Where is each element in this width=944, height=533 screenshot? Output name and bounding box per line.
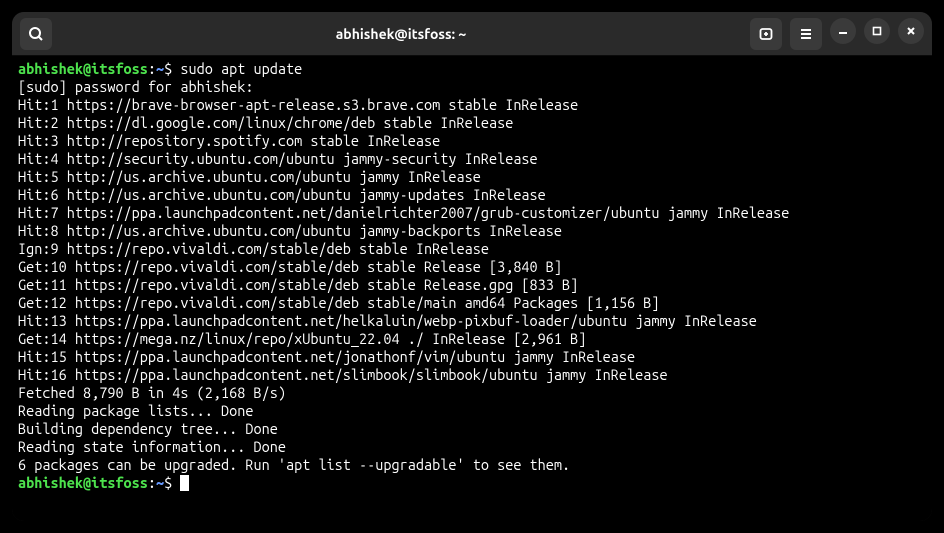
output-line: Hit:3 http://repository.spotify.com stab…: [18, 132, 926, 150]
output-line: Get:14 https://mega.nz/linux/repo/xUbunt…: [18, 330, 926, 348]
output-line: Hit:1 https://brave-browser-apt-release.…: [18, 96, 926, 114]
maximize-icon: [871, 25, 883, 37]
close-icon: [905, 25, 917, 37]
hamburger-icon: [798, 26, 814, 42]
output-line: Hit:16 https://ppa.launchpadcontent.net/…: [18, 366, 926, 384]
titlebar: abhishek@itsfoss: ~: [12, 12, 932, 56]
menu-button[interactable]: [790, 18, 822, 50]
cursor: [180, 475, 189, 491]
prompt-path: ~: [156, 60, 164, 77]
search-icon: [28, 26, 44, 42]
output-line: Building dependency tree... Done: [18, 420, 926, 438]
output-line: 6 packages can be upgraded. Run 'apt lis…: [18, 456, 926, 474]
output-line: Get:11 https://repo.vivaldi.com/stable/d…: [18, 276, 926, 294]
terminal-output[interactable]: abhishek@itsfoss:~$ sudo apt update [sud…: [12, 56, 932, 521]
output-line: Get:12 https://repo.vivaldi.com/stable/d…: [18, 294, 926, 312]
prompt-user-host: abhishek@itsfoss: [18, 60, 148, 77]
prompt-dollar: $: [164, 60, 180, 77]
minimize-button[interactable]: [830, 18, 856, 44]
output-line: Hit:5 http://us.archive.ubuntu.com/ubunt…: [18, 168, 926, 186]
prompt-colon: :: [148, 474, 156, 491]
output-line: Fetched 8,790 B in 4s (2,168 B/s): [18, 384, 926, 402]
new-tab-button[interactable]: [750, 18, 782, 50]
terminal-window: abhishek@itsfoss: ~: [12, 12, 932, 521]
command-text: sudo apt update: [180, 60, 302, 77]
output-line: Hit:2 https://dl.google.com/linux/chrome…: [18, 114, 926, 132]
output-line: Hit:8 http://us.archive.ubuntu.com/ubunt…: [18, 222, 926, 240]
output-line: [sudo] password for abhishek:: [18, 78, 926, 96]
prompt-dollar: $: [164, 474, 180, 491]
new-tab-icon: [758, 26, 774, 42]
prompt-line: abhishek@itsfoss:~$: [18, 474, 926, 492]
maximize-button[interactable]: [864, 18, 890, 44]
prompt-path: ~: [156, 474, 164, 491]
output-line: Hit:13 https://ppa.launchpadcontent.net/…: [18, 312, 926, 330]
prompt-user-host: abhishek@itsfoss: [18, 474, 148, 491]
output-line: Reading state information... Done: [18, 438, 926, 456]
output-line: Hit:7 https://ppa.launchpadcontent.net/d…: [18, 204, 926, 222]
output-line: Reading package lists... Done: [18, 402, 926, 420]
output-line: Get:10 https://repo.vivaldi.com/stable/d…: [18, 258, 926, 276]
prompt-colon: :: [148, 60, 156, 77]
search-button[interactable]: [20, 18, 52, 50]
window-title: abhishek@itsfoss: ~: [52, 26, 750, 42]
close-button[interactable]: [898, 18, 924, 44]
output-line: Ign:9 https://repo.vivaldi.com/stable/de…: [18, 240, 926, 258]
minimize-icon: [837, 25, 849, 37]
output-line: Hit:4 http://security.ubuntu.com/ubuntu …: [18, 150, 926, 168]
output-line: Hit:15 https://ppa.launchpadcontent.net/…: [18, 348, 926, 366]
output-line: Hit:6 http://us.archive.ubuntu.com/ubunt…: [18, 186, 926, 204]
prompt-line: abhishek@itsfoss:~$ sudo apt update: [18, 60, 926, 78]
